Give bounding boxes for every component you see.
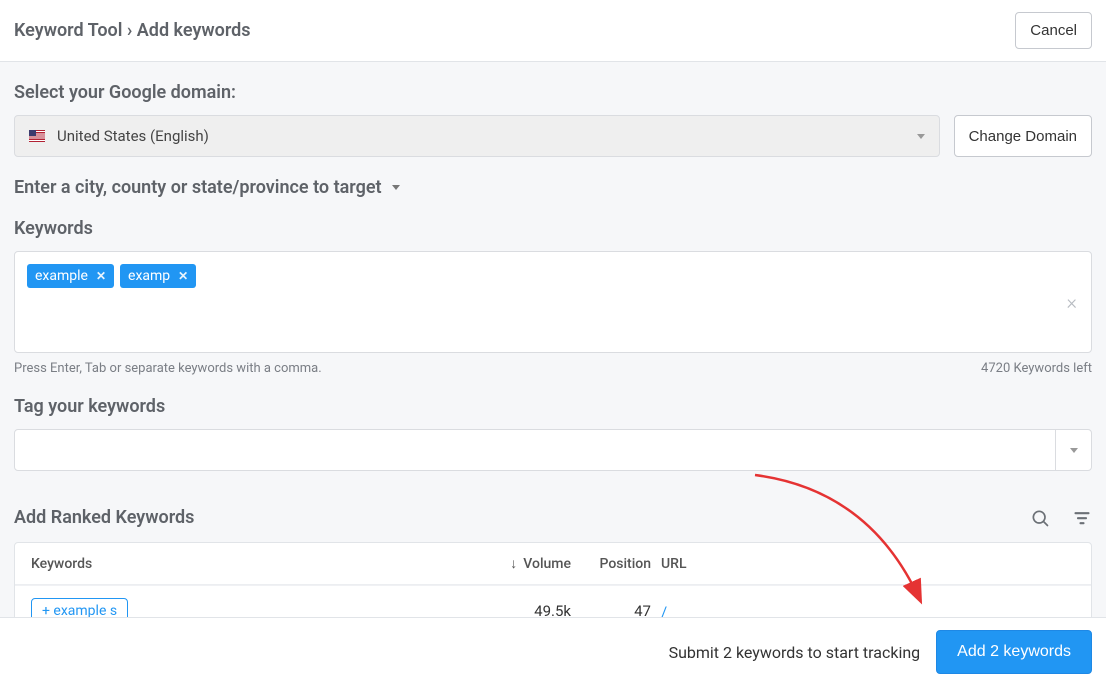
- remove-tag-icon[interactable]: ✕: [178, 269, 188, 283]
- footer-bar: Submit 2 keywords to start tracking Add …: [0, 617, 1106, 686]
- google-domain-label: Select your Google domain:: [14, 82, 1092, 103]
- location-target-toggle[interactable]: Enter a city, county or state/province t…: [14, 177, 1092, 198]
- cancel-button[interactable]: Cancel: [1015, 12, 1092, 49]
- keywords-helper-text: Press Enter, Tab or separate keywords wi…: [14, 361, 322, 376]
- keywords-input[interactable]: example ✕ examp ✕ ×: [14, 251, 1092, 353]
- column-keywords[interactable]: Keywords: [31, 556, 451, 572]
- keyword-tag: examp ✕: [120, 264, 196, 288]
- footer-summary: Submit 2 keywords to start tracking: [669, 643, 921, 662]
- tag-keywords-label: Tag your keywords: [14, 396, 1092, 417]
- change-domain-button[interactable]: Change Domain: [954, 115, 1092, 157]
- sort-desc-icon: ↓: [510, 555, 517, 572]
- location-target-label: Enter a city, county or state/province t…: [14, 177, 382, 198]
- breadcrumb-tool[interactable]: Keyword Tool: [14, 20, 122, 41]
- header-bar: Keyword Tool › Add keywords Cancel: [0, 0, 1106, 62]
- google-domain-select[interactable]: United States (English): [14, 115, 940, 157]
- breadcrumb: Keyword Tool › Add keywords: [14, 20, 251, 41]
- google-domain-value: United States (English): [57, 127, 209, 145]
- keyword-tag: example ✕: [27, 264, 114, 288]
- filter-icon[interactable]: [1072, 508, 1092, 528]
- column-position[interactable]: Position: [571, 556, 661, 572]
- add-keywords-button[interactable]: Add 2 keywords: [936, 630, 1092, 674]
- breadcrumb-page: Add keywords: [137, 20, 251, 41]
- column-url[interactable]: URL: [661, 556, 1075, 572]
- add-ranked-keywords-label: Add Ranked Keywords: [14, 507, 194, 528]
- chevron-down-icon: [1070, 448, 1078, 453]
- clear-keywords-icon[interactable]: ×: [1067, 290, 1077, 314]
- remove-tag-icon[interactable]: ✕: [96, 269, 106, 283]
- us-flag-icon: [29, 130, 45, 142]
- chevron-down-icon: [392, 185, 400, 190]
- keywords-remaining: 4720 Keywords left: [981, 361, 1092, 376]
- tag-keywords-select[interactable]: [14, 429, 1092, 471]
- chevron-down-icon: [917, 134, 925, 139]
- keyword-tag-text: example: [35, 268, 88, 284]
- column-volume[interactable]: ↓ Volume: [451, 555, 571, 572]
- breadcrumb-separator: ›: [127, 20, 132, 41]
- column-volume-label: Volume: [523, 556, 571, 572]
- keyword-tag-text: examp: [128, 268, 170, 284]
- keywords-label: Keywords: [14, 218, 1092, 239]
- search-icon[interactable]: [1030, 508, 1050, 528]
